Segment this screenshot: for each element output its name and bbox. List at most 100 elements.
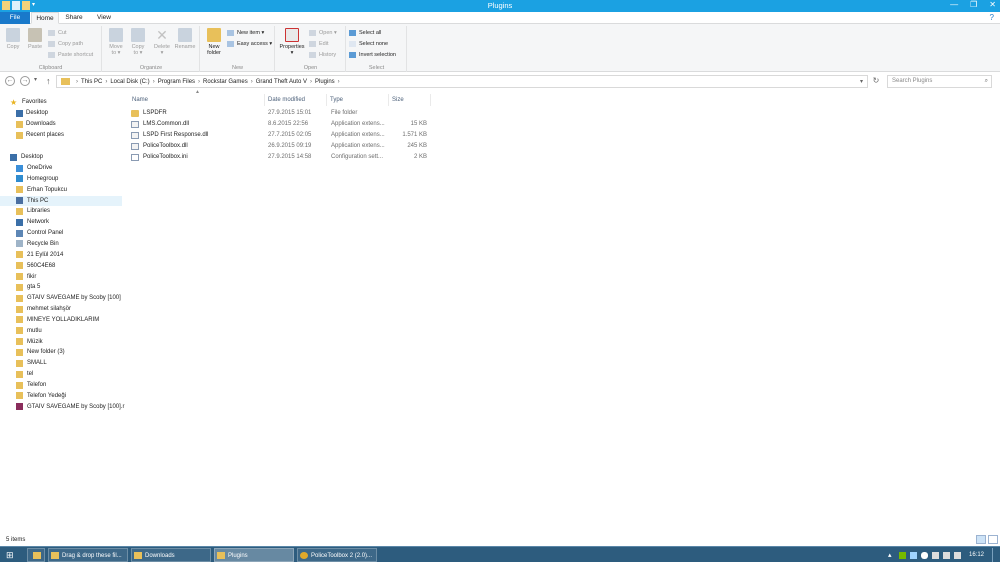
breadcrumb-program-files[interactable]: Program Files: [158, 79, 195, 85]
paste-button[interactable]: Paste: [24, 28, 46, 50]
sidebar-item[interactable]: SMALL: [0, 358, 122, 368]
sidebar-item[interactable]: OneDrive: [0, 163, 122, 173]
chevron-right-icon[interactable]: ›: [198, 79, 200, 85]
rename-button[interactable]: Rename: [174, 28, 196, 50]
back-button[interactable]: ←: [5, 76, 15, 86]
large-icons-view-icon[interactable]: [988, 535, 998, 544]
taskbar-item-downloads[interactable]: Downloads: [131, 548, 211, 562]
show-hidden-icons-icon[interactable]: ▴: [888, 552, 895, 559]
taskbar-explorer-pin[interactable]: [27, 548, 45, 562]
sidebar-item[interactable]: 21 Eylül 2014: [0, 250, 122, 260]
new-folder-button[interactable]: New folder: [203, 28, 225, 56]
tab-file[interactable]: File: [0, 12, 30, 24]
paste-shortcut-button[interactable]: Paste shortcut: [48, 50, 93, 60]
sidebar-item[interactable]: MINEYE YOLLADIKLARIM: [0, 315, 122, 325]
chevron-right-icon[interactable]: ›: [105, 79, 107, 85]
sidebar-item[interactable]: GTAIV SAVEGAME by Scoby [100].r: [0, 402, 124, 412]
copy-path-button[interactable]: Copy path: [48, 39, 83, 49]
cut-button[interactable]: Cut: [48, 28, 67, 38]
file-row[interactable]: PoliceToolbox.dll 26.9.2015 09:19 Applicat…: [131, 141, 556, 151]
sidebar-item[interactable]: New folder (3): [0, 347, 122, 357]
up-arrow-icon[interactable]: ↑: [46, 76, 51, 86]
nav-desktop[interactable]: Desktop: [0, 152, 122, 162]
sidebar-item[interactable]: Network: [0, 217, 122, 227]
details-view-icon[interactable]: [976, 535, 986, 544]
delete-button[interactable]: ✕ Delete ▾: [151, 28, 173, 56]
maximize-button[interactable]: ❐: [970, 0, 977, 9]
history-button[interactable]: History: [309, 50, 336, 60]
sidebar-item[interactable]: Müzik: [0, 337, 122, 347]
action-center-flag-icon[interactable]: [931, 551, 939, 559]
nav-favorite-desktop[interactable]: Desktop: [0, 108, 122, 118]
properties-button[interactable]: Properties ▾: [278, 28, 306, 56]
start-button-windows-icon[interactable]: ⊞: [6, 550, 14, 561]
address-bar[interactable]: › This PC › Local Disk (C:) › Program Fi…: [56, 75, 868, 88]
breadcrumb-plugins[interactable]: Plugins: [315, 79, 335, 85]
taskbar-item-police-toolbox[interactable]: PoliceToolbox 2 (2.0)...: [297, 548, 377, 562]
close-button[interactable]: ✕: [989, 0, 996, 9]
clock[interactable]: 16:12: [969, 552, 984, 558]
file-row[interactable]: LSPD First Response.dll 27.7.2015 02:05 Ap…: [131, 130, 556, 140]
sidebar-item[interactable]: Telefon Yedeği: [0, 391, 122, 401]
volume-icon[interactable]: [953, 551, 961, 559]
tray-app-icon[interactable]: [909, 551, 917, 559]
open-button[interactable]: Open ▾: [309, 28, 337, 38]
sidebar-item[interactable]: Telefon: [0, 380, 122, 390]
sidebar-item[interactable]: Erhan Topukcu: [0, 185, 122, 195]
chevron-right-icon[interactable]: ›: [310, 79, 312, 85]
sidebar-item[interactable]: Libraries: [0, 206, 122, 216]
show-desktop-button[interactable]: [992, 548, 996, 562]
search-input[interactable]: Search Plugins ⌕: [887, 75, 992, 88]
column-header-date[interactable]: Date modified: [265, 94, 327, 106]
edit-button[interactable]: Edit: [309, 39, 328, 49]
taskbar-item-plugins[interactable]: Plugins: [214, 548, 294, 562]
breadcrumb-this-pc[interactable]: This PC: [81, 79, 102, 85]
sidebar-item[interactable]: mutlu: [0, 326, 122, 336]
breadcrumb-rockstar-games[interactable]: Rockstar Games: [203, 79, 248, 85]
easy-access-button[interactable]: Easy access ▾: [227, 39, 272, 49]
onedrive-icon[interactable]: [920, 551, 928, 559]
sidebar-item[interactable]: fikir: [0, 272, 122, 282]
network-icon[interactable]: [942, 551, 950, 559]
sidebar-item[interactable]: Control Panel: [0, 228, 122, 238]
tab-view[interactable]: View: [90, 12, 118, 24]
address-dropdown-icon[interactable]: ▾: [860, 78, 863, 85]
nav-favorite-recent-places[interactable]: Recent places: [0, 130, 122, 140]
column-header-name[interactable]: Name: [129, 94, 265, 106]
file-row[interactable]: PoliceToolbox.ini 27.9.2015 14:58 Configur…: [131, 152, 556, 162]
file-row[interactable]: LSPDFR 27.9.2015 15:01 File folder: [131, 108, 556, 118]
nav-favorites[interactable]: ★ Favorites: [0, 97, 122, 107]
tab-home[interactable]: Home: [31, 12, 59, 24]
chevron-right-icon[interactable]: ›: [251, 79, 253, 85]
invert-selection-button[interactable]: Invert selection: [349, 50, 396, 60]
select-none-button[interactable]: Select none: [349, 39, 388, 49]
chevron-right-icon[interactable]: ›: [76, 79, 78, 85]
chevron-right-icon[interactable]: ›: [338, 79, 340, 85]
nvidia-icon[interactable]: [898, 551, 906, 559]
copy-button[interactable]: Copy: [2, 28, 24, 50]
taskbar-item-drag-drop[interactable]: Drag & drop these fil...: [48, 548, 128, 562]
chevron-right-icon[interactable]: ›: [153, 79, 155, 85]
breadcrumb-local-disk[interactable]: Local Disk (C:): [110, 79, 149, 85]
column-header-size[interactable]: Size: [389, 94, 431, 106]
select-all-button[interactable]: Select all: [349, 28, 381, 38]
copy-to-button[interactable]: Copy to ▾: [127, 28, 149, 56]
sidebar-item[interactable]: Recycle Bin: [0, 239, 122, 249]
move-to-button[interactable]: Move to ▾: [105, 28, 127, 56]
breadcrumb-gta-v[interactable]: Grand Theft Auto V: [256, 79, 307, 85]
sidebar-item[interactable]: GTAIV SAVEGAME by Scoby [100]: [0, 293, 122, 303]
help-icon[interactable]: ?: [990, 13, 994, 22]
refresh-icon[interactable]: ↻: [870, 76, 882, 87]
nav-favorite-downloads[interactable]: Downloads: [0, 119, 122, 129]
new-item-button[interactable]: New item ▾: [227, 28, 264, 38]
file-row[interactable]: LMS.Common.dll 8.6.2015 22:56 Application …: [131, 119, 556, 129]
sidebar-item[interactable]: mehmet silahşör: [0, 304, 122, 314]
recent-locations-icon[interactable]: ▾: [34, 76, 37, 83]
forward-button[interactable]: →: [20, 76, 30, 86]
sidebar-item[interactable]: This PC: [0, 195, 122, 206]
tab-share[interactable]: Share: [60, 12, 88, 24]
sidebar-item[interactable]: Homegroup: [0, 174, 122, 184]
minimize-button[interactable]: —: [950, 0, 958, 9]
sidebar-item[interactable]: 560C4E68: [0, 261, 122, 271]
sidebar-item[interactable]: gta 5: [0, 282, 122, 292]
